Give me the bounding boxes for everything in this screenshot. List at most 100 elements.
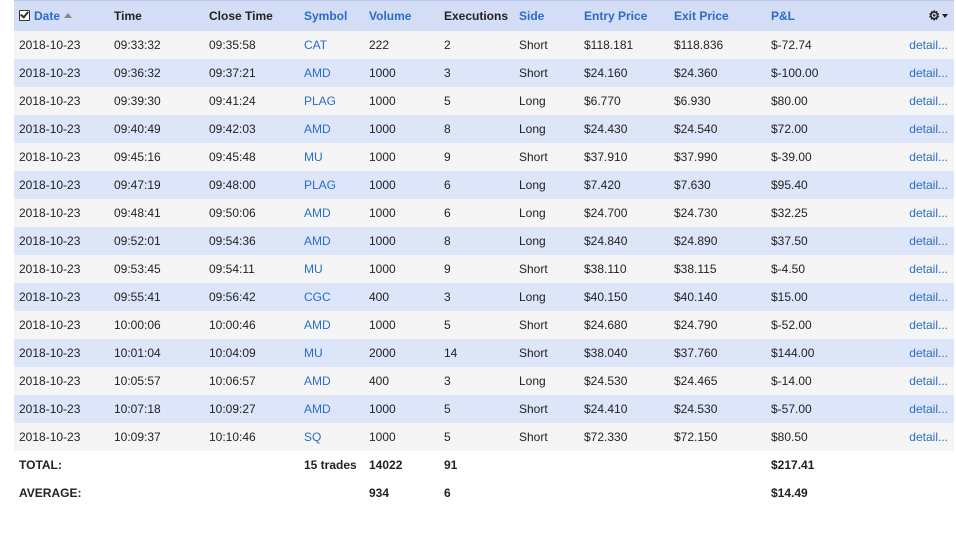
- detail-link[interactable]: detail...: [856, 59, 954, 87]
- cell-date: 2018-10-23: [14, 367, 109, 395]
- column-header-pnl[interactable]: P&L: [766, 0, 856, 31]
- cell-date: 2018-10-23: [14, 31, 109, 59]
- trades-table-container: Date Time Close Time Symbol Volume Execu…: [14, 0, 954, 507]
- cell-close-time: 09:56:42: [204, 283, 299, 311]
- cell-exit-price: $37.990: [669, 143, 766, 171]
- cell-symbol[interactable]: CGC: [299, 283, 364, 311]
- cell-symbol[interactable]: PLAG: [299, 87, 364, 115]
- cell-close-time: 09:45:48: [204, 143, 299, 171]
- cell-exit-price: $72.150: [669, 423, 766, 451]
- detail-link[interactable]: detail...: [856, 367, 954, 395]
- table-row: 2018-10-23 09:36:32 09:37:21 AMD 1000 3 Short $…: [14, 59, 954, 87]
- detail-link[interactable]: detail...: [856, 171, 954, 199]
- cell-time: 10:00:06: [109, 311, 204, 339]
- cell-side: Short: [514, 59, 579, 87]
- column-settings-button[interactable]: ⚙: [856, 0, 954, 31]
- cell-pnl: $144.00: [766, 339, 856, 367]
- cell-volume: 1000: [364, 311, 439, 339]
- cell-side: Short: [514, 255, 579, 283]
- column-header-exit-price[interactable]: Exit Price: [669, 0, 766, 31]
- cell-executions: 5: [439, 87, 514, 115]
- cell-volume: 400: [364, 283, 439, 311]
- detail-link[interactable]: detail...: [856, 311, 954, 339]
- cell-symbol[interactable]: SQ: [299, 423, 364, 451]
- table-row: 2018-10-23 09:47:19 09:48:00 PLAG 1000 6 Long $…: [14, 171, 954, 199]
- table-row: 2018-10-23 10:07:18 10:09:27 AMD 1000 5 Short $…: [14, 395, 954, 423]
- detail-link[interactable]: detail...: [856, 227, 954, 255]
- cell-volume: 1000: [364, 395, 439, 423]
- cell-close-time: 09:35:58: [204, 31, 299, 59]
- cell-symbol[interactable]: AMD: [299, 59, 364, 87]
- cell-pnl: $95.40: [766, 171, 856, 199]
- cell-volume: 1000: [364, 143, 439, 171]
- column-header-volume[interactable]: Volume: [364, 0, 439, 31]
- cell-date: 2018-10-23: [14, 143, 109, 171]
- cell-symbol[interactable]: AMD: [299, 311, 364, 339]
- detail-link[interactable]: detail...: [856, 199, 954, 227]
- total-row: TOTAL: 15 trades 14022 91 $217.41: [14, 451, 954, 479]
- cell-symbol[interactable]: AMD: [299, 227, 364, 255]
- cell-symbol[interactable]: MU: [299, 339, 364, 367]
- detail-link[interactable]: detail...: [856, 339, 954, 367]
- cell-executions: 9: [439, 143, 514, 171]
- cell-symbol[interactable]: MU: [299, 255, 364, 283]
- cell-executions: 5: [439, 423, 514, 451]
- cell-exit-price: $24.530: [669, 395, 766, 423]
- cell-symbol[interactable]: MU: [299, 143, 364, 171]
- cell-entry-price: $24.530: [579, 367, 669, 395]
- column-header-close-time[interactable]: Close Time: [204, 0, 299, 31]
- detail-link[interactable]: detail...: [856, 423, 954, 451]
- cell-close-time: 09:50:06: [204, 199, 299, 227]
- cell-executions: 2: [439, 31, 514, 59]
- cell-side: Long: [514, 283, 579, 311]
- column-header-executions[interactable]: Executions: [439, 0, 514, 31]
- cell-entry-price: $37.910: [579, 143, 669, 171]
- checkbox-icon[interactable]: [19, 10, 30, 21]
- cell-date: 2018-10-23: [14, 283, 109, 311]
- cell-side: Long: [514, 367, 579, 395]
- cell-side: Long: [514, 115, 579, 143]
- cell-volume: 1000: [364, 115, 439, 143]
- detail-link[interactable]: detail...: [856, 143, 954, 171]
- cell-exit-price: $37.760: [669, 339, 766, 367]
- detail-link[interactable]: detail...: [856, 283, 954, 311]
- column-header-symbol[interactable]: Symbol: [299, 0, 364, 31]
- cell-volume: 1000: [364, 227, 439, 255]
- detail-link[interactable]: detail...: [856, 395, 954, 423]
- column-header-entry-price[interactable]: Entry Price: [579, 0, 669, 31]
- average-executions: 6: [439, 479, 514, 507]
- detail-link[interactable]: detail...: [856, 31, 954, 59]
- cell-executions: 9: [439, 255, 514, 283]
- cell-exit-price: $7.630: [669, 171, 766, 199]
- detail-link[interactable]: detail...: [856, 87, 954, 115]
- table-row: 2018-10-23 09:40:49 09:42:03 AMD 1000 8 Long $2…: [14, 115, 954, 143]
- cell-date: 2018-10-23: [14, 423, 109, 451]
- cell-symbol[interactable]: AMD: [299, 367, 364, 395]
- detail-link[interactable]: detail...: [856, 115, 954, 143]
- cell-volume: 1000: [364, 171, 439, 199]
- cell-executions: 8: [439, 115, 514, 143]
- cell-close-time: 10:09:27: [204, 395, 299, 423]
- cell-pnl: $37.50: [766, 227, 856, 255]
- cell-symbol[interactable]: PLAG: [299, 171, 364, 199]
- column-header-date[interactable]: Date: [14, 0, 109, 31]
- detail-link[interactable]: detail...: [856, 255, 954, 283]
- cell-side: Long: [514, 87, 579, 115]
- cell-volume: 1000: [364, 87, 439, 115]
- cell-pnl: $80.50: [766, 423, 856, 451]
- cell-symbol[interactable]: AMD: [299, 199, 364, 227]
- cell-time: 10:09:37: [109, 423, 204, 451]
- cell-symbol[interactable]: AMD: [299, 115, 364, 143]
- column-header-side[interactable]: Side: [514, 0, 579, 31]
- cell-entry-price: $24.700: [579, 199, 669, 227]
- cell-symbol[interactable]: CAT: [299, 31, 364, 59]
- gear-icon: ⚙: [928, 8, 940, 23]
- cell-date: 2018-10-23: [14, 59, 109, 87]
- cell-symbol[interactable]: AMD: [299, 395, 364, 423]
- column-header-time[interactable]: Time: [109, 0, 204, 31]
- cell-volume: 1000: [364, 59, 439, 87]
- cell-side: Short: [514, 311, 579, 339]
- cell-entry-price: $7.420: [579, 171, 669, 199]
- cell-executions: 6: [439, 171, 514, 199]
- cell-volume: 400: [364, 367, 439, 395]
